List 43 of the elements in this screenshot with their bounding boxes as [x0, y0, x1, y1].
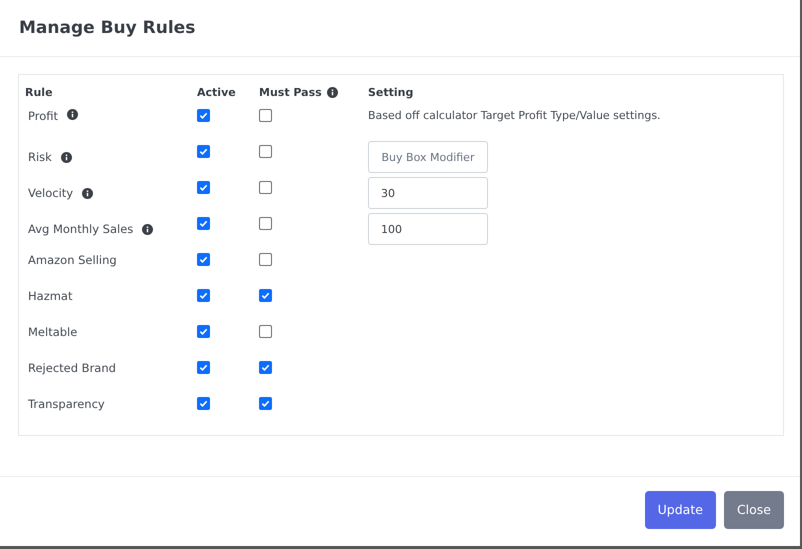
checkbox[interactable] — [259, 109, 272, 122]
checkbox[interactable] — [259, 397, 272, 410]
checkbox[interactable] — [259, 181, 272, 194]
checkbox[interactable] — [259, 325, 272, 338]
column-header: Active — [197, 86, 236, 98]
setting-input[interactable]: 100 — [368, 213, 488, 245]
checkbox[interactable] — [259, 217, 272, 230]
checkbox[interactable] — [197, 361, 210, 374]
checkbox[interactable] — [197, 217, 210, 230]
setting-button[interactable]: Buy Box Modifier — [368, 141, 488, 173]
checkbox[interactable] — [259, 145, 272, 158]
rule-name: Avg Monthly Sales — [28, 222, 134, 236]
checkbox[interactable] — [259, 253, 272, 266]
info-icon[interactable] — [67, 109, 78, 120]
setting-input[interactable]: 30 — [368, 177, 488, 209]
info-icon[interactable] — [82, 188, 94, 198]
rule-name: Hazmat — [28, 289, 72, 303]
rule-name: Rejected Brand — [28, 361, 116, 375]
column-header: Rule — [25, 86, 53, 98]
checkbox[interactable] — [197, 145, 210, 158]
info-icon[interactable] — [60, 152, 72, 162]
checkbox[interactable] — [259, 361, 272, 374]
column-header: Must Pass — [259, 86, 322, 98]
checkbox[interactable] — [197, 109, 210, 122]
info-icon[interactable] — [326, 86, 338, 98]
rule-name: Transparency — [28, 397, 105, 411]
column-header: Setting — [368, 86, 414, 98]
checkbox[interactable] — [197, 253, 210, 266]
rule-name: Velocity — [28, 186, 74, 200]
rule-name: Meltable — [28, 325, 78, 339]
checkbox[interactable] — [259, 289, 272, 302]
rule-name: Risk — [28, 150, 52, 164]
modal-title: Manage Buy Rules — [19, 18, 196, 38]
setting-description: Based off calculator Target Profit Type/Value settings. — [368, 109, 661, 122]
info-icon[interactable] — [142, 224, 154, 234]
update-button[interactable]: Update — [644, 490, 716, 528]
close-button[interactable]: Close — [724, 490, 784, 528]
rule-name: Amazon Selling — [28, 253, 117, 267]
rule-name: Profit — [28, 109, 58, 123]
checkbox[interactable] — [197, 397, 210, 410]
checkbox[interactable] — [197, 181, 210, 194]
checkbox[interactable] — [197, 289, 210, 302]
checkbox[interactable] — [197, 325, 210, 338]
